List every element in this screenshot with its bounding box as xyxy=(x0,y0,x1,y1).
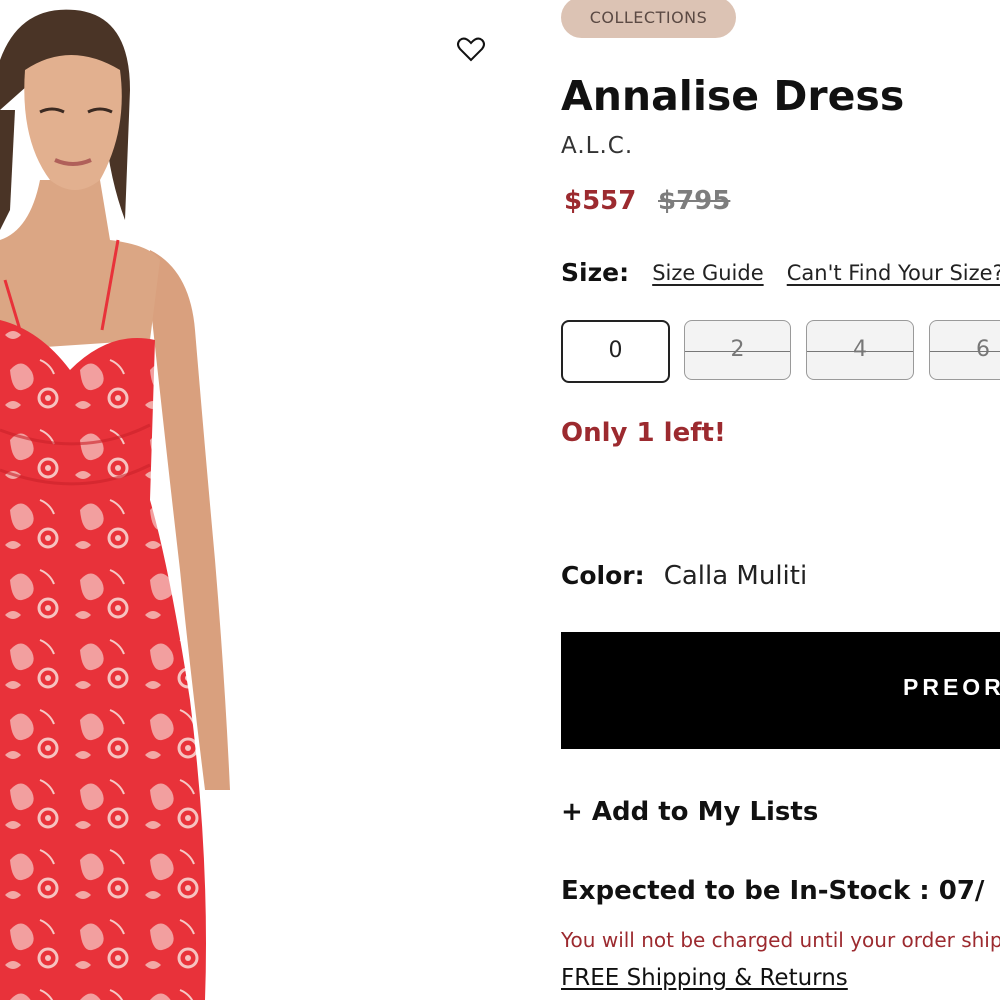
sale-price: $557 xyxy=(564,186,637,216)
size-guide-link[interactable]: Size Guide xyxy=(652,261,763,285)
size-option-0[interactable]: 0 xyxy=(561,320,670,383)
product-info-panel: COLLECTIONS Annalise Dress A.L.C. $557 $… xyxy=(561,0,1000,1000)
color-row: Color: Calla Muliti xyxy=(561,561,807,591)
size-option-label: 4 xyxy=(853,337,867,362)
unavailable-strike xyxy=(930,351,1000,352)
size-option-label: 6 xyxy=(976,337,990,362)
size-option-4[interactable]: 4 xyxy=(806,320,914,380)
add-to-lists-link[interactable]: + Add to My Lists xyxy=(561,797,818,827)
size-options: 0 2 4 6 xyxy=(561,320,1000,384)
product-brand[interactable]: A.L.C. xyxy=(561,133,633,159)
unavailable-strike xyxy=(807,351,913,352)
size-header: Size: Size Guide Can't Find Your Size? xyxy=(561,258,1000,287)
cant-find-size-link[interactable]: Can't Find Your Size? xyxy=(787,261,1000,285)
preorder-button-label: PREORDER xyxy=(903,674,1000,700)
charge-note: You will not be charged until your order… xyxy=(561,928,1000,952)
size-option-6[interactable]: 6 xyxy=(929,320,1000,380)
color-value: Calla Muliti xyxy=(663,561,808,591)
unavailable-strike xyxy=(685,351,790,352)
original-price: $795 xyxy=(658,186,731,216)
product-image[interactable] xyxy=(0,0,520,1000)
size-label: Size: xyxy=(561,258,630,287)
size-option-label: 0 xyxy=(608,338,623,363)
expected-in-stock: Expected to be In-Stock : 07/ xyxy=(561,876,985,906)
model-photo xyxy=(0,9,230,1000)
stock-message: Only 1 left! xyxy=(561,418,726,448)
color-label: Color: xyxy=(561,561,645,590)
free-shipping-link[interactable]: FREE Shipping & Returns xyxy=(561,965,848,991)
size-option-label: 2 xyxy=(730,337,745,362)
preorder-button[interactable]: PREORDER xyxy=(561,632,1000,749)
favorite-heart-icon[interactable] xyxy=(455,33,487,65)
size-option-2[interactable]: 2 xyxy=(684,320,791,380)
product-title: Annalise Dress xyxy=(561,72,905,120)
collections-badge[interactable]: COLLECTIONS xyxy=(561,0,736,38)
